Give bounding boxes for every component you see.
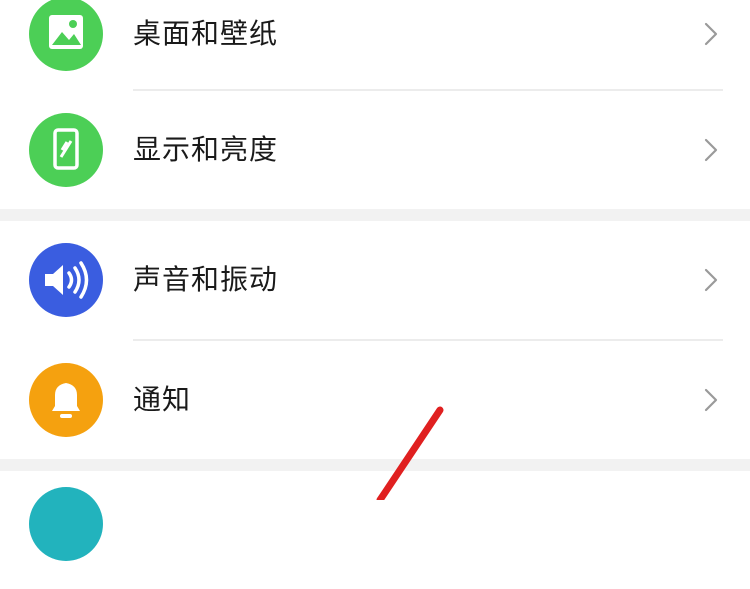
group-separator [0, 209, 750, 221]
settings-item-wallpaper[interactable]: 桌面和壁纸 [0, 0, 750, 93]
chevron-right-icon [704, 388, 718, 412]
partial-teal-icon [29, 487, 103, 561]
display-brightness-icon [29, 113, 103, 187]
settings-item-label: 显示和亮度 [133, 133, 279, 166]
settings-item-notification[interactable]: 通知 [0, 341, 750, 459]
settings-item-label: 通知 [133, 383, 192, 416]
group-separator [0, 459, 750, 471]
chevron-right-icon [704, 22, 718, 46]
speaker-icon [29, 243, 103, 317]
settings-item-partial[interactable] [0, 471, 750, 589]
chevron-right-icon [704, 268, 718, 292]
wallpaper-icon [29, 0, 103, 71]
chevron-right-icon [704, 138, 718, 162]
settings-item-label: 桌面和壁纸 [133, 17, 279, 50]
settings-item-display-brightness[interactable]: 显示和亮度 [0, 91, 750, 209]
bell-icon [29, 363, 103, 437]
settings-item-sound-vibration[interactable]: 声音和振动 [0, 221, 750, 339]
settings-item-label: 声音和振动 [133, 263, 279, 296]
